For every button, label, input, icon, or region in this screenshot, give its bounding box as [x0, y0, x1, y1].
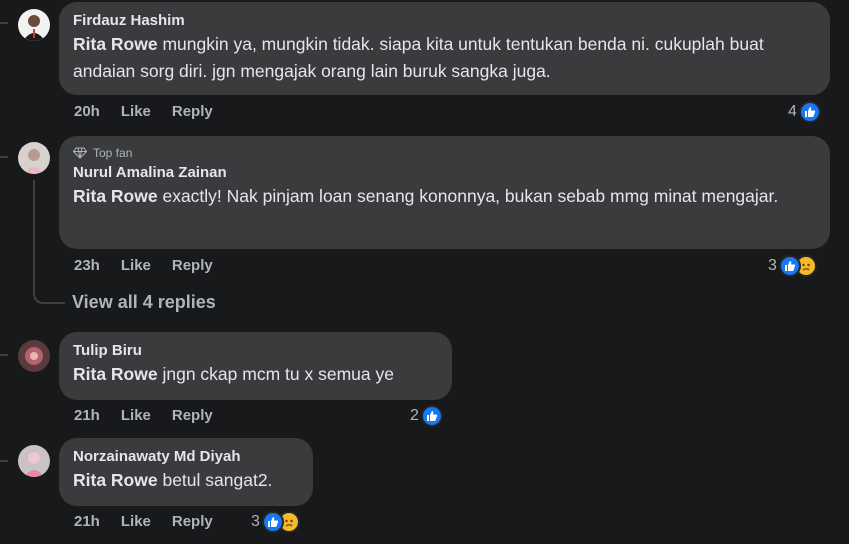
comment-text-content: jngn ckap mcm tu x semua ye: [157, 364, 394, 384]
comment-actions: 21h Like Reply: [74, 513, 213, 530]
mention-link[interactable]: Rita Rowe: [73, 364, 158, 384]
comment-text: Rita Rowe exactly! Nak pinjam loan senan…: [73, 183, 816, 210]
reaction-count: 3: [768, 257, 777, 274]
like-button[interactable]: Like: [121, 407, 151, 424]
reply-button[interactable]: Reply: [172, 513, 213, 530]
comment-actions: 23h Like Reply: [74, 257, 213, 274]
comment-author[interactable]: Norzainawaty Md Diyah: [73, 447, 299, 467]
comment-bubble: Tulip Biru Rita Rowe jngn ckap mcm tu x …: [59, 332, 452, 400]
mention-link[interactable]: Rita Rowe: [73, 470, 158, 490]
like-icon: [420, 405, 443, 427]
like-button[interactable]: Like: [121, 513, 151, 530]
reaction-count: 2: [410, 407, 419, 424]
comment-text: Rita Rowe mungkin ya, mungkin tidak. sia…: [73, 31, 816, 85]
diamond-icon: [73, 147, 87, 159]
thread-connector: [0, 156, 8, 158]
reaction-count: 3: [251, 513, 260, 530]
flower-avatar-icon: [18, 340, 50, 372]
avatar[interactable]: [18, 445, 50, 477]
comment-bubble: Firdauz Hashim Rita Rowe mungkin ya, mun…: [59, 2, 830, 95]
comment-time[interactable]: 23h: [74, 257, 100, 274]
reaction-summary[interactable]: 3: [768, 255, 817, 277]
mention-link[interactable]: Rita Rowe: [73, 186, 158, 206]
like-icon: [778, 255, 801, 277]
comment-text: Rita Rowe betul sangat2.: [73, 467, 299, 494]
reaction-summary[interactable]: 3: [251, 511, 300, 533]
reaction-count: 4: [788, 103, 797, 120]
like-button[interactable]: Like: [121, 257, 151, 274]
comment-actions: 21h Like Reply: [74, 407, 213, 424]
reply-button[interactable]: Reply: [172, 407, 213, 424]
person-avatar-icon: [18, 142, 50, 174]
reply-button[interactable]: Reply: [172, 103, 213, 120]
top-fan-badge: Top fan: [73, 145, 816, 161]
comment-time[interactable]: 21h: [74, 407, 100, 424]
like-icon: [798, 101, 821, 123]
comment-text-content: exactly! Nak pinjam loan senang kononnya…: [157, 186, 779, 206]
comment-author[interactable]: Nurul Amalina Zainan: [73, 163, 816, 183]
view-replies-link[interactable]: View all 4 replies: [72, 292, 216, 313]
comment-time[interactable]: 20h: [74, 103, 100, 120]
reply-button[interactable]: Reply: [172, 257, 213, 274]
avatar[interactable]: [18, 340, 50, 372]
comment-author[interactable]: Tulip Biru: [73, 341, 438, 361]
comment-time[interactable]: 21h: [74, 513, 100, 530]
avatar[interactable]: [18, 142, 50, 174]
comment-author[interactable]: Firdauz Hashim: [73, 11, 816, 31]
comment-bubble: Top fan Nurul Amalina Zainan Rita Rowe e…: [59, 136, 830, 249]
comment-text-content: betul sangat2.: [157, 470, 273, 490]
reaction-summary[interactable]: 4: [788, 101, 821, 123]
thread-connector: [0, 460, 8, 462]
reply-thread-line: [33, 180, 35, 292]
like-button[interactable]: Like: [121, 103, 151, 120]
avatar[interactable]: [18, 9, 50, 41]
person-avatar-icon: [18, 9, 50, 41]
comment-text-content: mungkin ya, mungkin tidak. siapa kita un…: [73, 34, 764, 81]
reaction-summary[interactable]: 2: [410, 405, 443, 427]
comment-bubble: Norzainawaty Md Diyah Rita Rowe betul sa…: [59, 438, 313, 506]
mention-link[interactable]: Rita Rowe: [73, 34, 158, 54]
person-avatar-icon: [18, 445, 50, 477]
like-icon: [261, 511, 284, 533]
thread-connector: [0, 22, 8, 24]
comment-text: Rita Rowe jngn ckap mcm tu x semua ye: [73, 361, 438, 388]
reply-thread-elbow: [33, 290, 65, 304]
badge-label: Top fan: [93, 146, 133, 160]
thread-connector: [0, 354, 8, 356]
comment-actions: 20h Like Reply: [74, 103, 213, 120]
